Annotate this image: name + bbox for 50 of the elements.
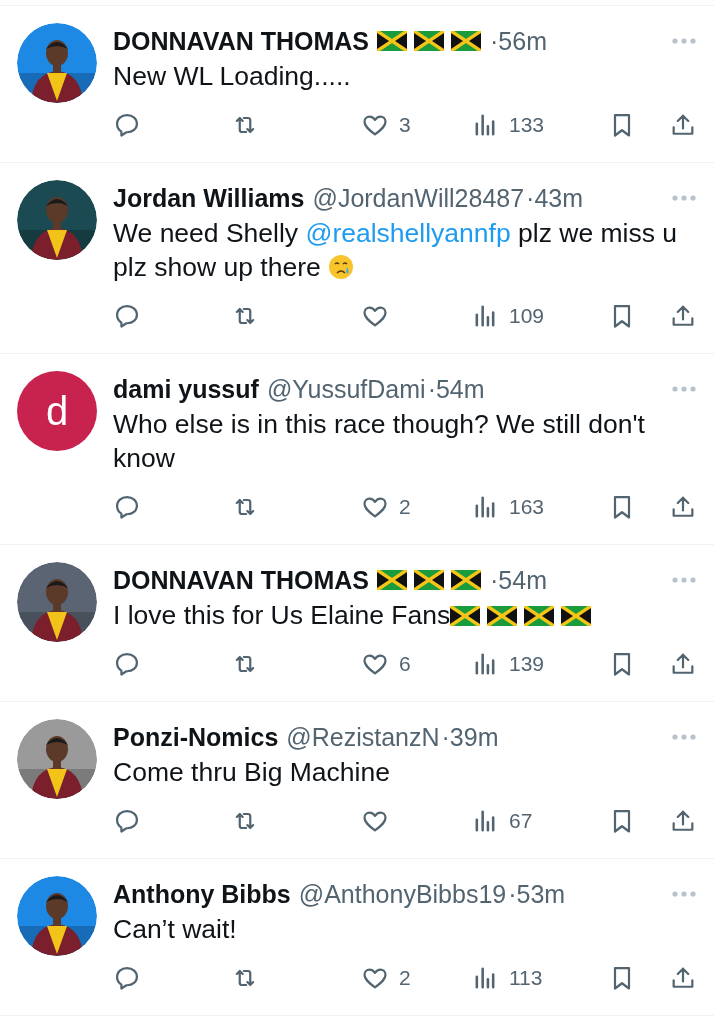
- view-count: 163: [509, 495, 545, 519]
- like-count: 2: [399, 495, 411, 519]
- timestamp[interactable]: ·54m: [427, 374, 485, 404]
- flag-icon: [414, 31, 444, 51]
- reply-text: We need Shelly @realshellyannfp plz we miss u plz show up there: [113, 217, 679, 284]
- user-handle[interactable]: @YussufDami: [266, 374, 426, 404]
- user-name[interactable]: DONNAVAN THOMAS: [113, 565, 369, 595]
- flag-icon: [524, 606, 555, 626]
- flag-icon: [414, 570, 444, 590]
- flag-icon: [377, 31, 407, 51]
- reply-icon[interactable]: [113, 650, 141, 678]
- avatar[interactable]: d: [17, 371, 97, 451]
- flag-icon: [451, 570, 481, 590]
- view-count: 113: [509, 966, 543, 990]
- reply-text: Can’t wait!: [113, 913, 238, 946]
- like-count: 2: [399, 966, 411, 990]
- reply-icon[interactable]: [113, 302, 141, 330]
- reply-icon[interactable]: [113, 111, 141, 139]
- timestamp[interactable]: ·43m: [526, 183, 584, 213]
- user-name[interactable]: DONNAVAN THOMAS: [113, 26, 369, 56]
- user-handle[interactable]: @RezistanzN: [286, 722, 440, 752]
- reply-text: Who else is in this race though? We still don't know: [113, 408, 646, 475]
- user-handle[interactable]: @JordanWill28487: [312, 183, 525, 213]
- flag-icon: [450, 606, 481, 626]
- view-count: 109: [509, 304, 545, 328]
- flag-icon: [561, 606, 592, 626]
- user-name[interactable]: dami yussuf: [113, 374, 259, 404]
- flag-icon: [487, 606, 518, 626]
- reply-text: I love this for Us Elaine Fans: [113, 598, 697, 632]
- like-count: 6: [399, 652, 411, 676]
- reply-text: New WL Loading.....: [113, 60, 352, 93]
- reply-icon[interactable]: [113, 807, 141, 835]
- timestamp[interactable]: ·54m: [490, 565, 547, 595]
- flag-icon: [377, 570, 407, 590]
- like-count: 3: [399, 113, 411, 137]
- reply-icon[interactable]: [113, 964, 141, 992]
- timestamp[interactable]: ·56m: [490, 26, 547, 56]
- user-name[interactable]: Anthony Bibbs: [113, 879, 291, 909]
- timestamp[interactable]: ·53m: [508, 879, 566, 909]
- view-count: 67: [509, 809, 533, 833]
- user-name[interactable]: Ponzi-Nomics: [113, 722, 279, 752]
- user-handle[interactable]: @AnthonyBibbs19: [298, 879, 507, 909]
- reply-icon[interactable]: [113, 493, 141, 521]
- crying-face-icon: [328, 254, 355, 280]
- user-name[interactable]: Jordan Williams: [113, 183, 305, 213]
- reply-text: Come thru Big Machine: [113, 756, 391, 789]
- view-count: 139: [509, 652, 545, 676]
- timestamp[interactable]: ·39m: [441, 722, 499, 752]
- flag-icon: [451, 31, 481, 51]
- view-count: 133: [509, 113, 545, 137]
